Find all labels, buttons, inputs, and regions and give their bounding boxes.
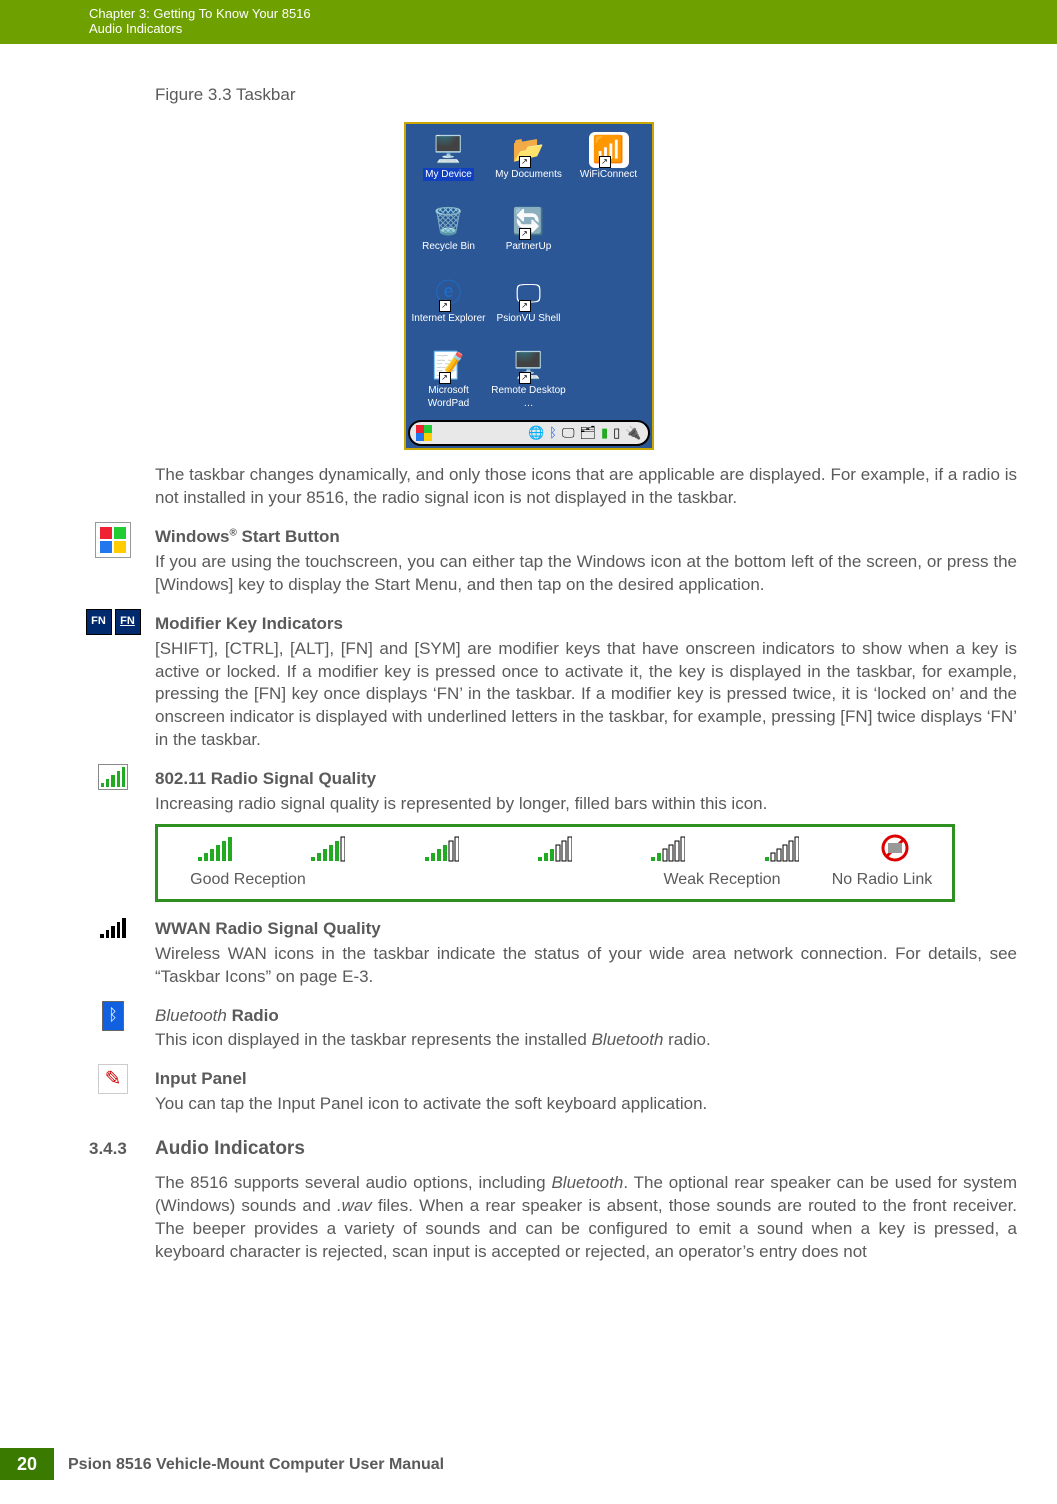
footer-title: Psion 8516 Vehicle-Mount Computer User M… xyxy=(54,1448,444,1480)
stylus-icon: ✎ xyxy=(83,1064,143,1104)
device-screenshot: 🖥️ My Device 📂 My Documents 📶 WiFiConnec… xyxy=(404,122,654,450)
signal-none-icon xyxy=(878,833,912,863)
section-title: Modifier Key Indicators xyxy=(155,613,1017,636)
recycle-bin-icon: 🗑️ xyxy=(429,204,469,240)
desktop-icon-remote-desktop[interactable]: 🖥️ Remote Desktop … xyxy=(490,346,568,416)
folder-icon: 📂 xyxy=(509,132,549,168)
start-button-icon[interactable] xyxy=(416,425,432,441)
section-title: Bluetooth Radio xyxy=(155,1005,1017,1028)
section-title: Audio Indicators xyxy=(155,1136,305,1162)
section-modifier-keys: FN FN Modifier Key Indicators [SHIFT], [… xyxy=(155,613,1017,753)
header-section: Audio Indicators xyxy=(89,21,1057,36)
computer-icon: 🖥️ xyxy=(429,132,469,168)
label-good: Good Reception xyxy=(158,869,338,891)
desktop-empty xyxy=(570,202,648,272)
signal-5-icon xyxy=(311,833,345,863)
section-title: WWAN Radio Signal Quality xyxy=(155,918,1017,941)
desktop-icon-wificonnect[interactable]: 📶 WiFiConnect xyxy=(570,130,648,200)
page-content: Figure 3.3 Taskbar 🖥️ My Device 📂 My Doc… xyxy=(0,84,1057,1264)
wordpad-icon: 📝 xyxy=(429,348,469,384)
figure-caption: Figure 3.3 Taskbar xyxy=(155,84,1057,107)
section-body: Increasing radio signal quality is repre… xyxy=(155,793,1017,816)
intro-paragraph: The taskbar changes dynamically, and onl… xyxy=(155,464,1017,510)
section-body: This icon displayed in the taskbar repre… xyxy=(155,1029,1017,1052)
ie-icon: ⓔ xyxy=(429,276,469,312)
screen-tray-icon[interactable]: 🖵 xyxy=(562,424,575,442)
desktop-icon-psionvu[interactable]: 🖵 PsionVU Shell xyxy=(490,274,568,344)
sync-icon: 🔄 xyxy=(509,204,549,240)
signal-6-icon xyxy=(198,833,232,863)
section-body: If you are using the touchscreen, you ca… xyxy=(155,551,1017,597)
header-chapter: Chapter 3: Getting To Know Your 8516 xyxy=(89,6,1057,21)
signal-4-icon xyxy=(425,833,459,863)
signal-labels-row: Good Reception Weak Reception No Radio L… xyxy=(158,869,952,899)
signal-quality-table: Good Reception Weak Reception No Radio L… xyxy=(155,824,955,902)
figure-image: 🖥️ My Device 📂 My Documents 📶 WiFiConnec… xyxy=(0,122,1057,450)
label-weak: Weak Reception xyxy=(632,869,812,891)
desktop-empty xyxy=(570,346,648,416)
signal2-tray-icon[interactable]: ▯ xyxy=(613,424,620,442)
desktop-icon-partnerup[interactable]: 🔄 PartnerUp xyxy=(490,202,568,272)
signal-bars-icon xyxy=(83,764,143,804)
section-title: Windows® Start Button xyxy=(155,526,1017,549)
section-windows-start: Windows® Start Button If you are using t… xyxy=(155,526,1017,597)
desktop: 🖥️ My Device 📂 My Documents 📶 WiFiConnec… xyxy=(406,124,652,418)
section-radio-quality: 802.11 Radio Signal Quality Increasing r… xyxy=(155,768,1017,901)
signal-tray-icon[interactable]: ▮ xyxy=(601,424,608,442)
psionvu-icon: 🖵 xyxy=(509,276,549,312)
section-input-panel: ✎ Input Panel You can tap the Input Pane… xyxy=(155,1068,1017,1116)
signal-3-icon xyxy=(538,833,572,863)
fn-key-icon: FN FN xyxy=(83,609,143,649)
section-heading-audio: 3.4.3 Audio Indicators xyxy=(0,1136,1057,1162)
section-title: 802.11 Radio Signal Quality xyxy=(155,768,1017,791)
taskbar: 🌐 ᛒ 🖵 🗂 ▮ ▯ 🔌 xyxy=(408,420,650,446)
signal-1-icon xyxy=(765,833,799,863)
desktop-icon-my-documents[interactable]: 📂 My Documents xyxy=(490,130,568,200)
section-body: [SHIFT], [CTRL], [ALT], [FN] and [SYM] a… xyxy=(155,638,1017,753)
page-header: Chapter 3: Getting To Know Your 8516 Aud… xyxy=(0,0,1057,44)
signal-2-icon xyxy=(651,833,685,863)
desktop-icon-ie[interactable]: ⓔ Internet Explorer xyxy=(410,274,488,344)
signal-icons-row xyxy=(158,827,952,869)
desktop-icon-recycle-bin[interactable]: 🗑️ Recycle Bin xyxy=(410,202,488,272)
network-tray-icon[interactable]: 🌐 xyxy=(528,424,544,442)
bluetooth-tray-icon[interactable]: ᛒ xyxy=(549,424,557,442)
page-footer: 20 Psion 8516 Vehicle-Mount Computer Use… xyxy=(0,1448,444,1480)
windows-logo-icon xyxy=(83,522,143,562)
section-wwan: WWAN Radio Signal Quality Wireless WAN i… xyxy=(155,918,1017,989)
section-body: Wireless WAN icons in the taskbar indica… xyxy=(155,943,1017,989)
power-tray-icon[interactable]: 🔌 xyxy=(625,424,641,442)
label-none: No Radio Link xyxy=(812,869,952,891)
wifi-icon: 📶 xyxy=(589,132,629,168)
desktop-icon-wordpad[interactable]: 📝 Microsoft WordPad xyxy=(410,346,488,416)
desktop-empty xyxy=(570,274,648,344)
section-body: You can tap the Input Panel icon to acti… xyxy=(155,1093,1017,1116)
section-title: Input Panel xyxy=(155,1068,1017,1091)
section-bluetooth: ᛒ Bluetooth Radio This icon displayed in… xyxy=(155,1005,1017,1053)
pcmcia-tray-icon[interactable]: 🗂 xyxy=(579,424,596,442)
page-number: 20 xyxy=(0,1448,54,1480)
desktop-icon-my-device[interactable]: 🖥️ My Device xyxy=(410,130,488,200)
audio-body: The 8516 supports several audio options,… xyxy=(155,1172,1017,1264)
bluetooth-icon: ᛒ xyxy=(83,1001,143,1041)
wwan-signal-icon xyxy=(83,914,143,954)
section-number: 3.4.3 xyxy=(0,1138,155,1161)
remote-desktop-icon: 🖥️ xyxy=(509,348,549,384)
